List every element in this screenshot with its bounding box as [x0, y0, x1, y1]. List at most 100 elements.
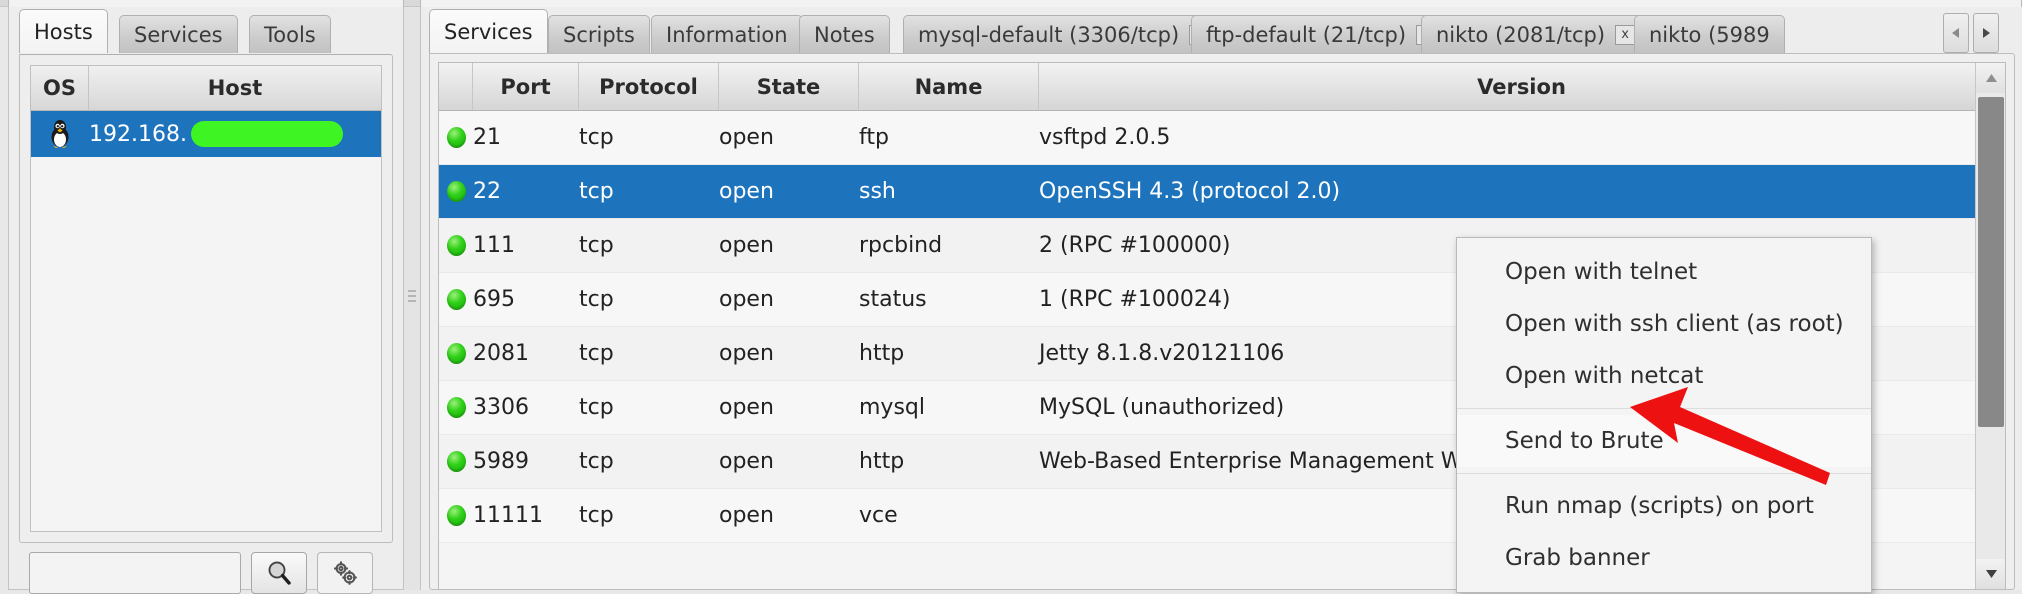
tab-information[interactable]: Information: [651, 15, 803, 53]
chevron-left-icon: [1952, 28, 1959, 38]
cell-port: 3306: [473, 395, 529, 420]
scroll-down-arrow-icon[interactable]: [1976, 559, 2005, 589]
cell-name: http: [859, 341, 905, 366]
tab-hosts[interactable]: Hosts: [19, 9, 108, 53]
hosts-col-os[interactable]: OS: [31, 66, 89, 110]
tab-nikto-2081-label: nikto (2081/tcp): [1436, 22, 1606, 47]
tab-information-label: Information: [666, 22, 788, 47]
menu-item-open-with-ssh-client[interactable]: Open with ssh client (as root): [1457, 298, 1871, 350]
hosts-table-header: OS Host: [31, 66, 381, 111]
menu-item-open-with-netcat[interactable]: Open with netcat: [1457, 350, 1871, 402]
cell-name: status: [859, 287, 927, 312]
hosts-table-row[interactable]: 192.168.: [31, 111, 381, 157]
port-status-led-icon: [439, 111, 473, 164]
hosts-table[interactable]: OS Host 192.168.: [30, 65, 382, 532]
host-address-redaction: [190, 121, 343, 147]
hosts-table-cell-host: 192.168.: [89, 121, 381, 147]
tab-scripts[interactable]: Scripts: [548, 15, 650, 53]
cell-name: rpcbind: [859, 233, 943, 258]
magnifier-icon: [268, 561, 291, 585]
tab-nikto-2081-close-icon[interactable]: x: [1615, 24, 1636, 45]
tab-hosts-label: Hosts: [34, 19, 93, 44]
cell-state: open: [719, 503, 774, 528]
services-col-port[interactable]: Port: [473, 63, 579, 110]
panel-splitter[interactable]: [404, 7, 420, 590]
tab-ftp-default[interactable]: ftp-default (21/tcp) x: [1191, 15, 1452, 53]
services-col-state[interactable]: State: [719, 63, 859, 110]
cell-name: vce: [859, 503, 898, 528]
services-table-header: Port Protocol State Name Version: [439, 63, 2005, 111]
port-status-led-icon: [439, 273, 473, 326]
cell-state: open: [719, 125, 774, 150]
cell-name: http: [859, 449, 905, 474]
services-col-protocol[interactable]: Protocol: [579, 63, 719, 110]
tab-services-left[interactable]: Services: [119, 15, 238, 53]
port-status-led-icon: [439, 489, 473, 542]
cell-port: 11111: [473, 503, 543, 528]
scroll-up-arrow-icon[interactable]: [1976, 63, 2005, 93]
cell-state: open: [719, 233, 774, 258]
tab-tools-label: Tools: [264, 22, 316, 47]
cell-port: 22: [473, 179, 501, 204]
search-input[interactable]: [29, 552, 241, 594]
cell-state: open: [719, 341, 774, 366]
tab-nikto-5989[interactable]: nikto (5989: [1634, 15, 1785, 53]
cell-state: open: [719, 287, 774, 312]
tab-ftp-default-label: ftp-default (21/tcp): [1206, 22, 1407, 47]
splitter-grip-icon: [408, 290, 416, 304]
cell-protocol: tcp: [579, 341, 614, 366]
cell-port: 695: [473, 287, 515, 312]
menu-item-send-to-brute[interactable]: Send to Brute: [1457, 415, 1871, 467]
cell-port: 5989: [473, 449, 529, 474]
tab-services-left-label: Services: [134, 22, 223, 47]
tab-services[interactable]: Services: [429, 9, 548, 53]
gears-icon: [333, 561, 357, 585]
menu-item-grab-banner[interactable]: Grab banner: [1457, 532, 1871, 584]
cell-port: 21: [473, 125, 501, 150]
tab-tools[interactable]: Tools: [249, 15, 331, 53]
cell-version: OpenSSH 4.3 (protocol 2.0): [1039, 179, 1341, 204]
top-strip-left-seg: [8, 0, 404, 7]
menu-separator: [1457, 408, 1871, 409]
linux-penguin-icon: [31, 119, 89, 149]
port-status-led-icon: [439, 219, 473, 272]
services-col-status: [439, 63, 473, 110]
menu-item-open-with-telnet[interactable]: Open with telnet: [1457, 246, 1871, 298]
menu-separator: [1457, 473, 1871, 474]
hosts-col-host[interactable]: Host: [89, 66, 381, 110]
tab-mysql-default-label: mysql-default (3306/tcp): [918, 22, 1180, 47]
tab-nikto-5989-label: nikto (5989: [1649, 22, 1770, 47]
services-col-name[interactable]: Name: [859, 63, 1039, 110]
table-row[interactable]: 22 tcp open ssh OpenSSH 4.3 (protocol 2.…: [439, 165, 2005, 219]
cell-name: ftp: [859, 125, 889, 150]
top-strip-right-seg: [420, 0, 2022, 7]
tab-nikto-2081[interactable]: nikto (2081/tcp) x: [1421, 15, 1651, 53]
tab-mysql-default[interactable]: mysql-default (3306/tcp) x: [903, 15, 1225, 53]
table-row[interactable]: 21 tcp open ftp vsftpd 2.0.5: [439, 111, 2005, 165]
port-status-led-icon: [439, 381, 473, 434]
services-vertical-scrollbar[interactable]: [1975, 63, 2005, 589]
cell-protocol: tcp: [579, 233, 614, 258]
services-col-version[interactable]: Version: [1039, 63, 2005, 110]
hosts-panel-body: OS Host 192.168.: [19, 54, 393, 543]
service-context-menu[interactable]: Open with telnet Open with ssh client (a…: [1456, 237, 1872, 593]
cell-name: ssh: [859, 179, 896, 204]
left-panel: Hosts Services Tools OS Host 192.168.: [8, 7, 404, 594]
tool-settings-button[interactable]: [317, 552, 373, 594]
tabbar-scroll-right-button[interactable]: [1973, 13, 1999, 53]
cell-state: open: [719, 395, 774, 420]
hosts-table-empty-area[interactable]: [31, 157, 381, 531]
search-button[interactable]: [251, 552, 307, 594]
cell-version: vsftpd 2.0.5: [1039, 125, 1171, 150]
host-address-text: 192.168.: [89, 121, 187, 147]
scrollbar-thumb[interactable]: [1978, 97, 2004, 427]
tabbar-scroll-left-button[interactable]: [1943, 13, 1969, 53]
tab-notes[interactable]: Notes: [799, 15, 890, 53]
cell-protocol: tcp: [579, 449, 614, 474]
cell-protocol: tcp: [579, 503, 614, 528]
right-tabbar: Services Scripts Information Notes mysql…: [421, 7, 2022, 53]
menu-item-run-nmap-scripts-on-port[interactable]: Run nmap (scripts) on port: [1457, 480, 1871, 532]
cell-protocol: tcp: [579, 287, 614, 312]
cell-state: open: [719, 449, 774, 474]
cell-port: 2081: [473, 341, 529, 366]
